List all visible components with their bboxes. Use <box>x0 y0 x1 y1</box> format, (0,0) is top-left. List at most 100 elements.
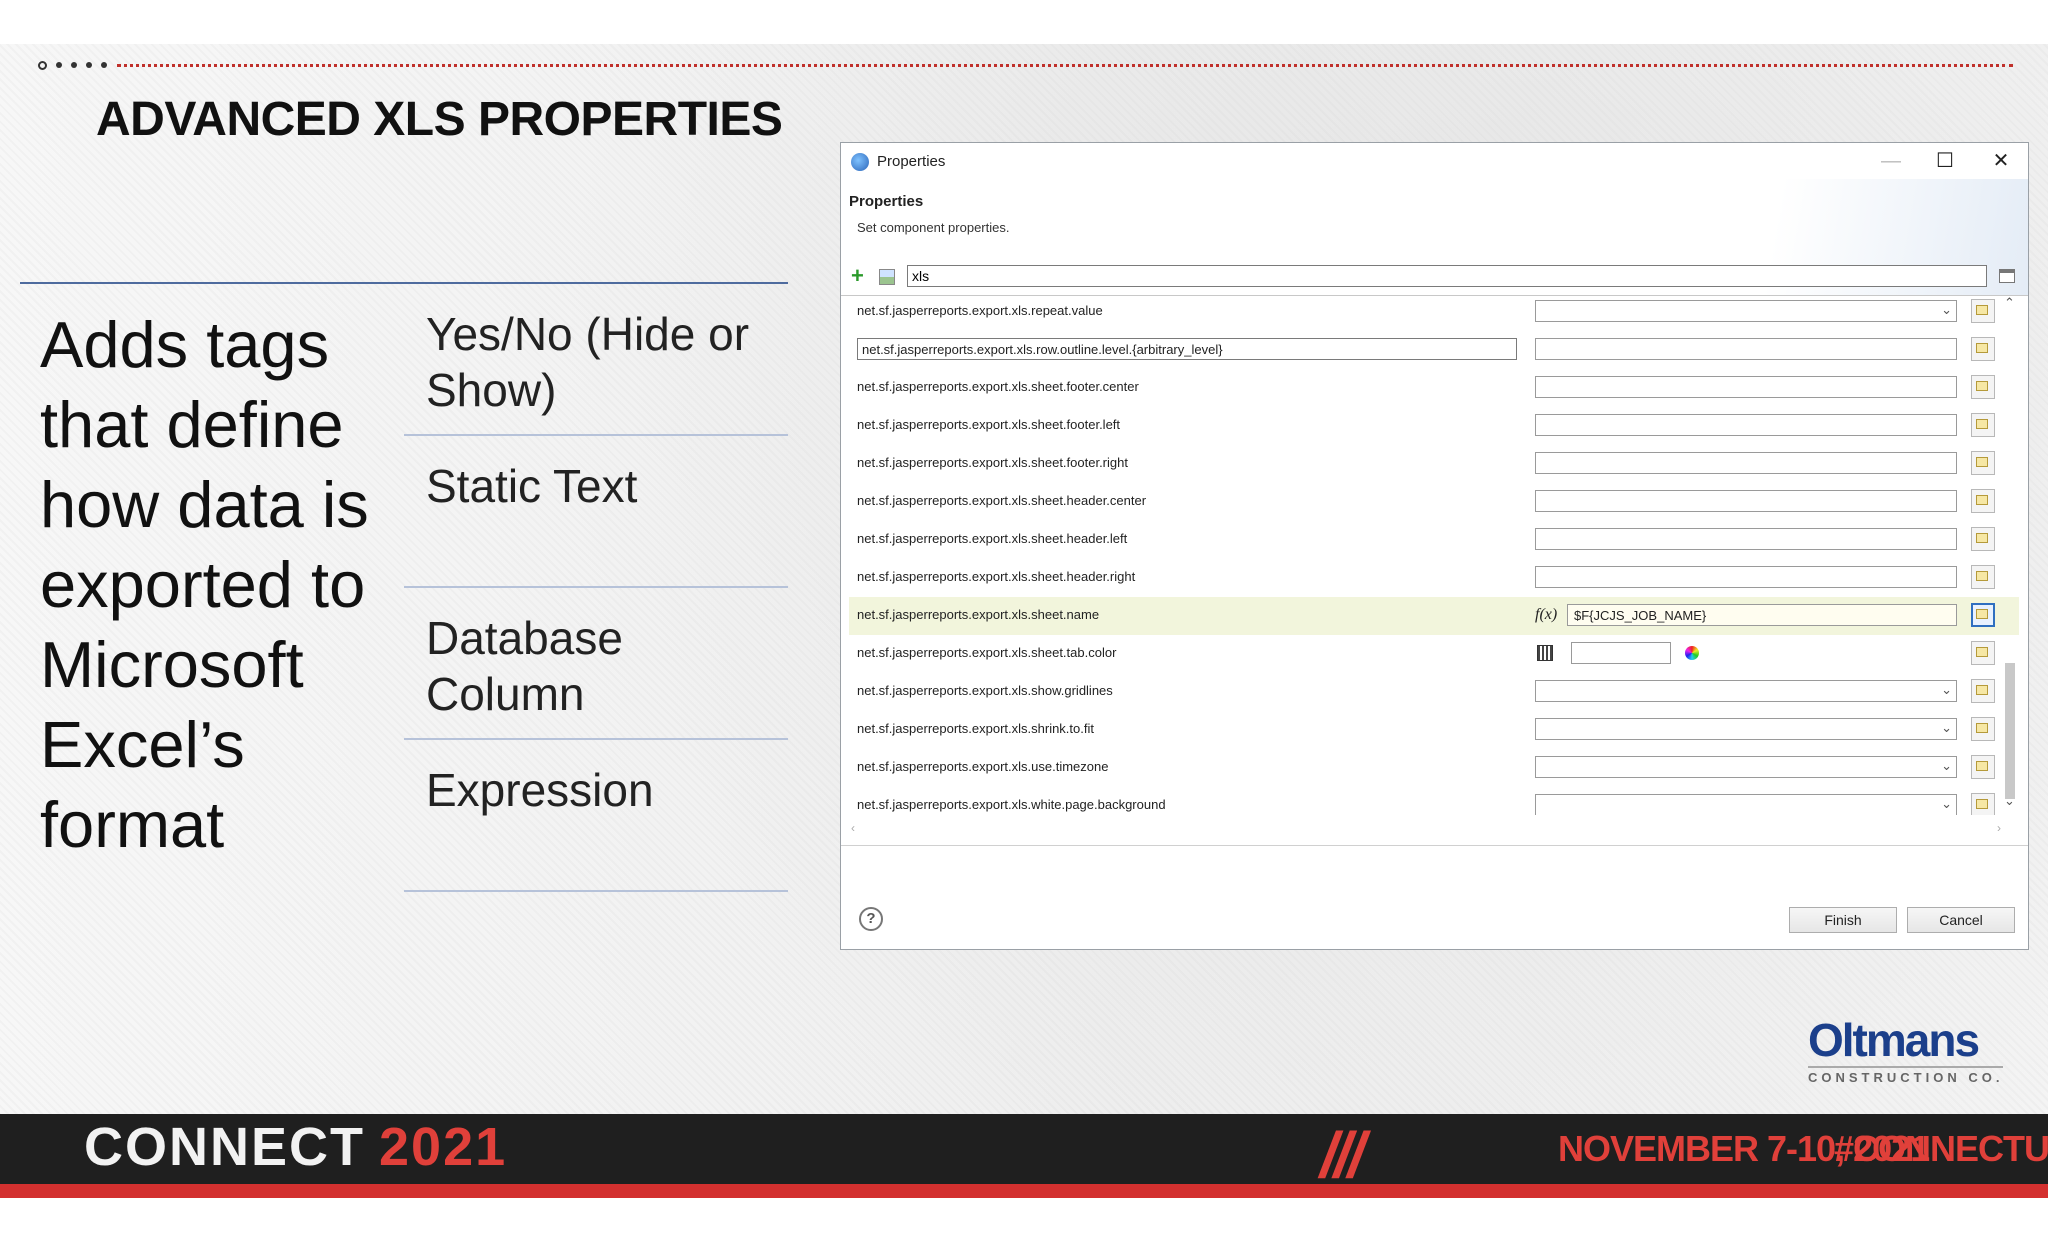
property-row[interactable]: net.sf.jasperreports.export.xls.sheet.he… <box>849 559 2019 597</box>
edit-value-button[interactable] <box>1971 603 1995 627</box>
color-value-input[interactable] <box>1571 642 1671 664</box>
edit-value-button[interactable] <box>1971 413 1995 437</box>
scroll-thumb[interactable] <box>2005 663 2015 799</box>
chevron-down-icon[interactable]: ⌄ <box>1941 796 1952 812</box>
help-icon[interactable]: ? <box>859 907 883 931</box>
image-icon[interactable] <box>879 269 895 285</box>
option-expression: Expression <box>426 764 654 816</box>
edit-icon <box>1976 685 1988 695</box>
property-row[interactable]: net.sf.jasperreports.export.xls.sheet.fo… <box>849 445 2019 483</box>
edit-icon <box>1976 609 1988 619</box>
edit-icon <box>1976 343 1988 353</box>
property-row[interactable]: net.sf.jasperreports.export.xls.white.pa… <box>849 787 2019 815</box>
edit-icon <box>1976 723 1988 733</box>
property-value-select[interactable]: ⌄ <box>1535 756 1957 778</box>
property-row[interactable]: net.sf.jasperreports.export.xls.sheet.fo… <box>849 369 2019 407</box>
decorative-dot-line <box>38 60 2013 70</box>
edit-icon <box>1976 381 1988 391</box>
scroll-right-icon[interactable]: › <box>1997 821 2001 835</box>
footer-red-stripe <box>0 1184 2048 1198</box>
edit-value-button[interactable] <box>1971 337 1995 361</box>
window-title: Properties <box>877 153 946 170</box>
property-value-select[interactable]: ⌄ <box>1535 718 1957 740</box>
filter-input[interactable] <box>907 265 1987 287</box>
company-name: Oltmans <box>1808 1014 1980 1066</box>
property-row[interactable] <box>849 331 2019 369</box>
edit-value-button[interactable] <box>1971 489 1995 513</box>
dialog-header-subtitle: Set component properties. <box>857 220 1010 235</box>
edit-value-button[interactable] <box>1971 755 1995 779</box>
horizontal-scrollbar[interactable]: ‹ › <box>849 821 2009 837</box>
edit-value-button[interactable] <box>1971 527 1995 551</box>
property-value-select[interactable]: ⌄ <box>1535 794 1957 815</box>
event-hashtag: #CONNECTU <box>1834 1128 2048 1169</box>
expression-icon[interactable]: f(x) <box>1535 606 1557 624</box>
properties-dialog: Properties — ☐ ✕ Properties Set componen… <box>840 142 2029 950</box>
property-value-input[interactable] <box>1535 566 1957 588</box>
property-name: net.sf.jasperreports.export.xls.sheet.fo… <box>857 379 1139 394</box>
property-name: net.sf.jasperreports.export.xls.sheet.fo… <box>857 417 1121 432</box>
chevron-down-icon[interactable]: ⌄ <box>1941 302 1952 318</box>
columns-icon[interactable] <box>1999 269 2015 283</box>
edit-value-button[interactable] <box>1971 717 1995 741</box>
add-property-icon[interactable]: + <box>851 265 864 287</box>
edit-icon <box>1976 799 1988 809</box>
property-row[interactable]: net.sf.jasperreports.export.xls.sheet.he… <box>849 483 2019 521</box>
company-subtitle: CONSTRUCTION CO. <box>1808 1066 2004 1085</box>
property-row[interactable]: net.sf.jasperreports.export.xls.repeat.v… <box>849 293 2019 331</box>
property-row[interactable]: net.sf.jasperreports.export.xls.use.time… <box>849 749 2019 787</box>
option-divider <box>404 586 788 588</box>
edit-icon <box>1976 571 1988 581</box>
property-value-input[interactable] <box>1535 376 1957 398</box>
chevron-down-icon[interactable]: ⌄ <box>1941 682 1952 698</box>
property-name-input[interactable] <box>857 338 1517 360</box>
vertical-scrollbar[interactable]: ⌃ ⌄ <box>2001 293 2021 815</box>
property-row[interactable]: net.sf.jasperreports.export.xls.sheet.ta… <box>849 635 2019 673</box>
scroll-left-icon[interactable]: ‹ <box>851 821 855 835</box>
chevron-down-icon[interactable]: ⌄ <box>1941 758 1952 774</box>
close-icon[interactable]: ✕ <box>1981 147 2021 175</box>
dialog-titlebar: Properties — ☐ ✕ <box>841 143 2028 179</box>
scroll-down-icon[interactable]: ⌄ <box>2004 793 2015 809</box>
dialog-footer-divider <box>841 845 2028 846</box>
scroll-up-icon[interactable]: ⌃ <box>2004 295 2015 311</box>
property-value-select[interactable]: ⌄ <box>1535 300 1957 322</box>
property-value-select[interactable]: ⌄ <box>1535 680 1957 702</box>
color-grid-icon[interactable] <box>1537 645 1553 661</box>
property-row[interactable]: net.sf.jasperreports.export.xls.sheet.he… <box>849 521 2019 559</box>
property-value-input[interactable] <box>1535 452 1957 474</box>
edit-value-button[interactable] <box>1971 375 1995 399</box>
event-year: 2021 <box>379 1117 508 1177</box>
properties-table: net.sf.jasperreports.export.xls.repeat.v… <box>849 293 2019 815</box>
property-name: net.sf.jasperreports.export.xls.use.time… <box>857 759 1109 774</box>
edit-value-button[interactable] <box>1971 793 1995 815</box>
edit-icon <box>1976 457 1988 467</box>
edit-value-button[interactable] <box>1971 451 1995 475</box>
edit-value-button[interactable] <box>1971 679 1995 703</box>
option-database-column: Database Column <box>426 612 623 720</box>
option-divider <box>404 890 788 892</box>
finish-button[interactable]: Finish <box>1789 907 1897 933</box>
property-value-input[interactable] <box>1535 338 1957 360</box>
property-value-input[interactable] <box>1535 490 1957 512</box>
property-name: net.sf.jasperreports.export.xls.repeat.v… <box>857 303 1103 318</box>
maximize-icon[interactable]: ☐ <box>1925 147 1965 175</box>
property-row[interactable]: net.sf.jasperreports.export.xls.show.gri… <box>849 673 2019 711</box>
edit-value-button[interactable] <box>1971 565 1995 589</box>
cancel-button[interactable]: Cancel <box>1907 907 2015 933</box>
option-static-text: Static Text <box>426 460 638 512</box>
property-value-input[interactable] <box>1535 414 1957 436</box>
property-expression-input[interactable] <box>1567 604 1957 626</box>
property-row[interactable]: net.sf.jasperreports.export.xls.sheet.fo… <box>849 407 2019 445</box>
property-name: net.sf.jasperreports.export.xls.sheet.na… <box>857 607 1100 622</box>
minimize-icon[interactable]: — <box>1871 147 1911 175</box>
edit-icon <box>1976 761 1988 771</box>
property-row[interactable]: net.sf.jasperreports.export.xls.sheet.na… <box>849 597 2019 635</box>
edit-value-button[interactable] <box>1971 641 1995 665</box>
color-wheel-icon[interactable] <box>1685 646 1699 660</box>
property-row[interactable]: net.sf.jasperreports.export.xls.shrink.t… <box>849 711 2019 749</box>
property-value-input[interactable] <box>1535 528 1957 550</box>
chevron-down-icon[interactable]: ⌄ <box>1941 720 1952 736</box>
edit-value-button[interactable] <box>1971 299 1995 323</box>
decorative-slashes: /// <box>1320 1119 1365 1191</box>
